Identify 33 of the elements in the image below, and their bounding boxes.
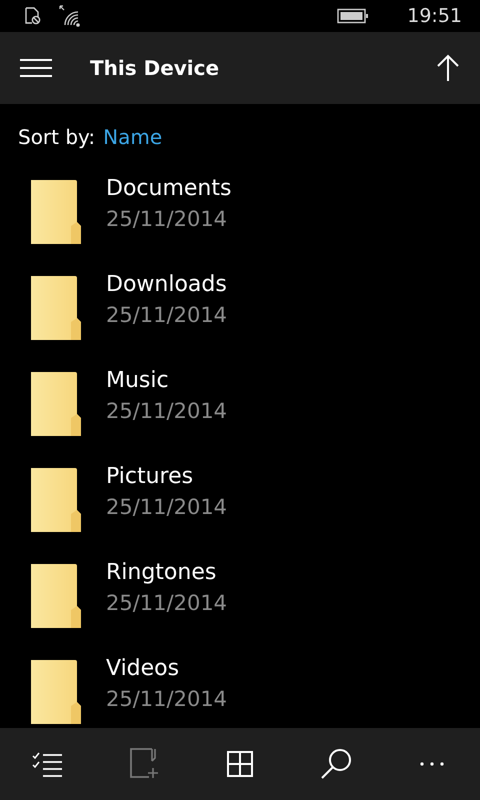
new-folder-icon (129, 748, 159, 780)
folder-icon (30, 276, 82, 340)
search-icon (320, 748, 352, 780)
up-arrow-icon (436, 54, 460, 82)
sort-label: Sort by: (18, 125, 96, 149)
folder-date: 25/11/2014 (106, 590, 228, 617)
folder-icon (30, 372, 82, 436)
battery-icon (337, 8, 370, 24)
folder-icon (30, 660, 82, 724)
more-icon (420, 761, 444, 767)
checklist-icon (32, 750, 64, 778)
folder-date: 25/11/2014 (106, 206, 228, 233)
folder-name[interactable]: Ringtones (106, 558, 228, 588)
up-arrow-button[interactable] (436, 54, 460, 82)
folder-icon (30, 468, 82, 532)
sort-link[interactable]: Name (103, 125, 162, 149)
tiles-icon (227, 751, 253, 777)
menu-icon (20, 57, 52, 79)
folder-name[interactable]: Music (106, 366, 228, 396)
folder-date: 25/11/2014 (106, 494, 228, 521)
no-sim-icon (24, 7, 42, 25)
folder-name[interactable]: Videos (106, 654, 228, 684)
menu-button[interactable] (20, 57, 52, 79)
folder-name[interactable]: Pictures (106, 462, 228, 492)
folder-name[interactable]: Downloads (106, 270, 228, 300)
folder-name[interactable]: Documents (106, 174, 232, 204)
folder-date: 25/11/2014 (106, 398, 228, 425)
folder-date: 25/11/2014 (106, 302, 228, 329)
page-title: This Device (90, 56, 220, 80)
folder-icon (30, 564, 82, 628)
folder-date: 25/11/2014 (106, 686, 228, 713)
folder-icon (30, 180, 82, 244)
clock-time: 19:51 (407, 5, 462, 27)
